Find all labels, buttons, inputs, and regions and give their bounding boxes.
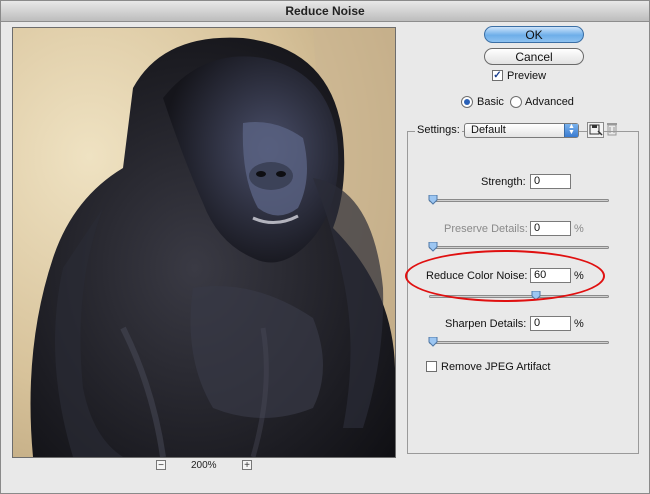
preview-label: Preview (507, 70, 547, 82)
dropdown-arrow-icon: ▲ ▼ (564, 123, 578, 137)
sharpen-details-input[interactable]: 0 (530, 316, 571, 331)
zoom-level: 200% (191, 460, 217, 471)
disk-icon (589, 124, 603, 136)
basic-label: Basic (477, 96, 504, 108)
sharpen-details-slider-thumb[interactable] (428, 337, 438, 347)
settings-value: Default (471, 124, 506, 136)
remove-jpeg-label: Remove JPEG Artifact (441, 361, 551, 373)
cancel-button[interactable]: Cancel (484, 48, 584, 65)
remove-jpeg-checkbox[interactable] (426, 361, 437, 372)
preserve-details-slider-track[interactable] (429, 246, 609, 249)
highlight-ellipse (405, 250, 605, 302)
strength-input[interactable]: 0 (530, 174, 571, 189)
advanced-radio[interactable] (510, 96, 522, 108)
preserve-details-label: Preserve Details: (444, 223, 528, 235)
preserve-details-input[interactable]: 0 (530, 221, 571, 236)
save-settings-button[interactable] (587, 122, 604, 138)
delete-settings-button[interactable] (605, 122, 622, 138)
strength-slider-track[interactable] (429, 199, 609, 202)
sharpen-details-label: Sharpen Details: (445, 318, 527, 330)
ok-button[interactable]: OK (484, 26, 584, 43)
settings-label: Settings: (415, 123, 462, 137)
trash-icon (607, 123, 617, 136)
sharpen-details-unit: % (574, 318, 584, 330)
preview-image[interactable] (12, 27, 396, 458)
basic-radio[interactable] (461, 96, 473, 108)
preserve-details-slider-thumb[interactable] (428, 242, 438, 252)
sharpen-details-slider-track[interactable] (429, 341, 609, 344)
gorilla-photo (13, 28, 395, 457)
advanced-label: Advanced (525, 96, 574, 108)
dialog-window: Reduce Noise − 200% + OK Cancel ✓ Previe… (0, 0, 650, 494)
strength-label: Strength: (481, 176, 526, 188)
settings-dropdown[interactable]: Default ▲ ▼ (464, 123, 579, 138)
strength-slider-thumb[interactable] (428, 195, 438, 205)
preview-checkbox[interactable]: ✓ (492, 70, 503, 81)
window-title: Reduce Noise (1, 1, 649, 22)
zoom-in-button[interactable]: + (242, 460, 252, 471)
zoom-out-button[interactable]: − (156, 460, 166, 471)
preserve-details-unit: % (574, 223, 584, 235)
